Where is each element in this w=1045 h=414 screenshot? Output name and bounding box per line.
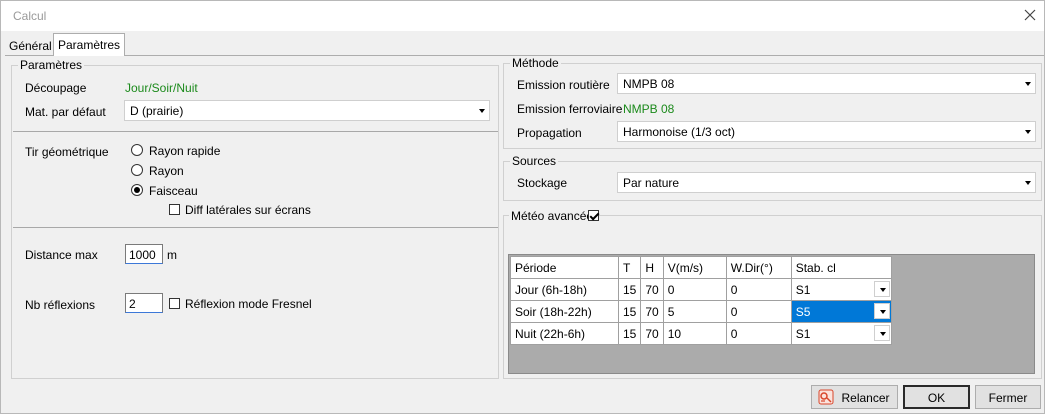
table-header-row: Période T H V(m/s) W.Dir(°) Stab. cl — [510, 256, 892, 279]
cell-wdir[interactable]: 0 — [725, 322, 792, 345]
meteo-avancee-checkbox[interactable] — [588, 210, 599, 221]
cell-h[interactable]: 70 — [640, 300, 664, 323]
cell-h[interactable]: 70 — [640, 278, 664, 301]
mat-par-defaut-select[interactable]: D (prairie) — [124, 100, 490, 121]
radio-rayon-label: Rayon — [149, 164, 184, 178]
cell-t[interactable]: 15 — [617, 278, 642, 301]
radio-rayon-rapide-label: Rayon rapide — [149, 144, 221, 158]
chevron-down-icon[interactable] — [873, 281, 890, 297]
cell-wdir[interactable]: 0 — [725, 300, 792, 323]
relancer-icon — [818, 389, 834, 405]
cell-stab-select[interactable]: S5 — [790, 300, 892, 323]
nb-reflexions-input[interactable]: 2 — [125, 293, 163, 313]
cell-periode: Jour (6h-18h) — [510, 278, 619, 301]
emission-routiere-select[interactable]: NMPB 08 — [617, 73, 1036, 94]
meteo-avancee-title: Météo avancée — [509, 209, 596, 223]
column-header-h: H — [640, 256, 664, 279]
radio-rayon[interactable] — [131, 164, 143, 176]
tir-geometrique-label: Tir géométrique — [25, 145, 109, 159]
group-methode-title: Méthode — [510, 56, 561, 70]
emission-ferroviaire-label: Emission ferroviaire — [517, 102, 623, 116]
propagation-select[interactable]: Harmonoise (1/3 oct) — [617, 121, 1036, 142]
cell-periode: Soir (18h-22h) — [510, 300, 619, 323]
distance-unit: m — [167, 248, 177, 262]
close-icon[interactable] — [1022, 7, 1038, 23]
column-header-periode: Période — [510, 256, 619, 279]
title-bar: Calcul — [1, 1, 1044, 31]
chevron-down-icon[interactable] — [873, 325, 890, 341]
cell-periode: Nuit (22h-6h) — [510, 322, 619, 345]
column-header-wdir: W.Dir(°) — [725, 256, 792, 279]
stockage-label: Stockage — [517, 176, 568, 190]
group-sources-title: Sources — [510, 154, 559, 168]
table-row: Jour (6h-18h) 15 70 0 0 S1 — [510, 278, 892, 301]
group-parametres-title: Paramètres — [18, 58, 85, 72]
chevron-down-icon — [479, 109, 485, 113]
cell-v[interactable]: 10 — [662, 322, 727, 345]
diff-laterales-label: Diff latérales sur écrans — [185, 203, 311, 217]
divider — [13, 131, 498, 132]
cell-h[interactable]: 70 — [640, 322, 664, 345]
distance-max-label: Distance max — [25, 248, 98, 262]
cell-wdir[interactable]: 0 — [725, 278, 792, 301]
mat-par-defaut-label: Mat. par défaut — [25, 105, 106, 119]
column-header-v: V(m/s) — [662, 256, 727, 279]
chevron-down-icon — [1025, 181, 1031, 185]
diff-laterales-checkbox[interactable] — [169, 204, 180, 215]
cell-t[interactable]: 15 — [617, 322, 642, 345]
stockage-select[interactable]: Par nature — [617, 172, 1036, 193]
column-header-t: T — [617, 256, 642, 279]
window-title: Calcul — [13, 9, 47, 23]
fresnel-checkbox[interactable] — [169, 298, 180, 309]
divider — [13, 227, 498, 228]
cell-stab-select[interactable]: S1 — [790, 322, 892, 345]
emission-routiere-label: Emission routière — [517, 78, 610, 92]
chevron-down-icon — [1025, 82, 1031, 86]
radio-faisceau[interactable] — [131, 184, 143, 196]
chevron-down-icon[interactable] — [873, 303, 890, 319]
radio-faisceau-label: Faisceau — [149, 184, 198, 198]
cell-stab-select[interactable]: S1 — [790, 278, 892, 301]
fermer-button[interactable]: Fermer — [975, 385, 1041, 409]
table-row: Soir (18h-22h) 15 70 5 0 S5 — [510, 300, 892, 323]
meteo-grid: Période T H V(m/s) W.Dir(°) Stab. cl Jou… — [508, 254, 1035, 374]
relancer-button[interactable]: Relancer — [811, 385, 898, 409]
table-row: Nuit (22h-6h) 15 70 10 0 S1 — [510, 322, 892, 345]
fresnel-label: Réflexion mode Fresnel — [185, 297, 312, 311]
column-header-stab: Stab. cl — [790, 256, 892, 279]
cell-t[interactable]: 15 — [617, 300, 642, 323]
calcul-dialog: Calcul Général Paramètres Paramètres Déc… — [0, 0, 1045, 414]
ok-button[interactable]: OK — [903, 385, 970, 409]
nb-reflexions-label: Nb réflexions — [25, 298, 96, 312]
distance-max-input[interactable]: 1000 — [125, 244, 163, 264]
decoupage-label: Découpage — [25, 81, 87, 95]
cell-v[interactable]: 5 — [662, 300, 727, 323]
cell-v[interactable]: 0 — [662, 278, 727, 301]
decoupage-value: Jour/Soir/Nuit — [125, 81, 198, 95]
tab-parametres[interactable]: Paramètres — [53, 33, 126, 56]
radio-rayon-rapide[interactable] — [131, 144, 143, 156]
emission-ferroviaire-value: NMPB 08 — [623, 102, 675, 116]
tab-general[interactable]: Général — [4, 35, 57, 55]
chevron-down-icon — [1025, 130, 1031, 134]
propagation-label: Propagation — [517, 126, 582, 140]
